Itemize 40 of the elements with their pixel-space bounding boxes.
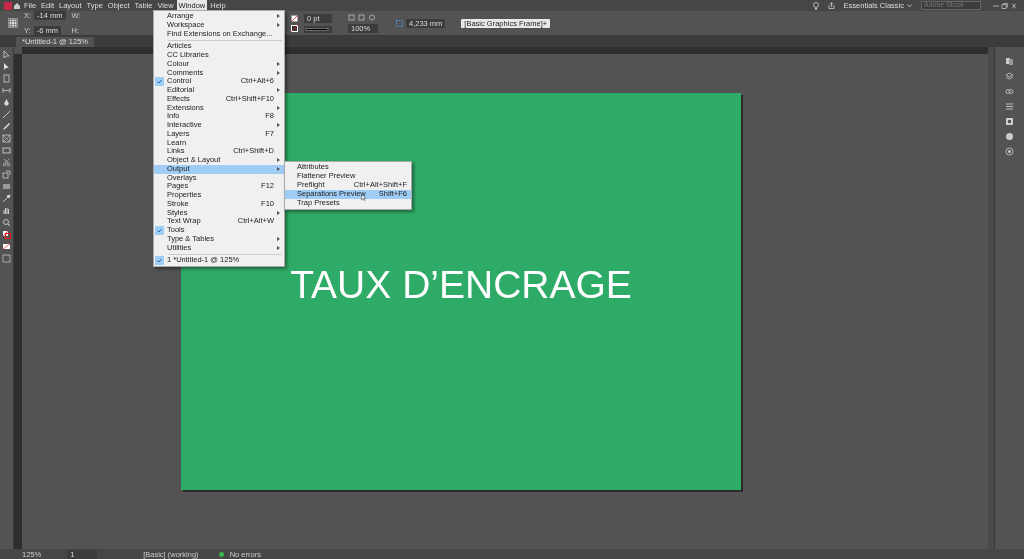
zoom-icon[interactable] bbox=[2, 218, 11, 227]
pages-icon[interactable] bbox=[1005, 57, 1014, 66]
page-icon[interactable] bbox=[2, 74, 11, 83]
links-icon[interactable] bbox=[1005, 87, 1014, 96]
status-dot bbox=[218, 551, 224, 557]
layers-icon[interactable] bbox=[1005, 72, 1014, 81]
lightbulb-icon[interactable] bbox=[812, 1, 819, 10]
effects-icon[interactable] bbox=[1005, 147, 1014, 156]
eyedropper-icon[interactable] bbox=[2, 194, 11, 203]
fill-stroke-icon[interactable] bbox=[2, 230, 11, 239]
stroke-icon[interactable] bbox=[1005, 102, 1014, 111]
line-icon[interactable] bbox=[2, 110, 11, 119]
restore-icon[interactable] bbox=[1001, 2, 1009, 9]
reference-point-icon[interactable] bbox=[8, 18, 18, 28]
stroke-type-dropdown[interactable] bbox=[304, 25, 332, 33]
gradient-icon[interactable] bbox=[2, 182, 11, 191]
cursor-icon bbox=[361, 194, 366, 201]
close-icon[interactable] bbox=[1010, 2, 1018, 9]
share-icon[interactable] bbox=[827, 2, 835, 9]
pencil-icon[interactable] bbox=[2, 122, 11, 131]
fill-none-icon[interactable] bbox=[291, 14, 298, 22]
stroke-none-icon[interactable] bbox=[291, 24, 298, 32]
swatches-icon[interactable] bbox=[1005, 117, 1014, 126]
home-icon[interactable] bbox=[13, 1, 21, 10]
page-text: TAUX D’ENCRAGE bbox=[290, 262, 632, 309]
effects-icons[interactable] bbox=[348, 13, 378, 21]
rectangle-icon[interactable] bbox=[2, 146, 11, 155]
gap-tool-icon[interactable] bbox=[2, 86, 11, 95]
minimize-icon[interactable] bbox=[992, 2, 1000, 9]
selection-arrow-icon[interactable] bbox=[2, 50, 11, 59]
color-icon[interactable] bbox=[1005, 132, 1014, 141]
gap-icon[interactable] bbox=[396, 19, 403, 27]
scissors-icon[interactable] bbox=[2, 158, 11, 167]
direct-selection-icon[interactable] bbox=[2, 62, 11, 71]
apply-none-icon[interactable] bbox=[2, 242, 11, 251]
frame-icon[interactable] bbox=[2, 134, 11, 143]
pen-icon[interactable] bbox=[2, 98, 11, 107]
view-mode-icon[interactable] bbox=[2, 254, 11, 263]
caret-icon[interactable] bbox=[907, 3, 912, 8]
transform-icon[interactable] bbox=[2, 170, 11, 179]
